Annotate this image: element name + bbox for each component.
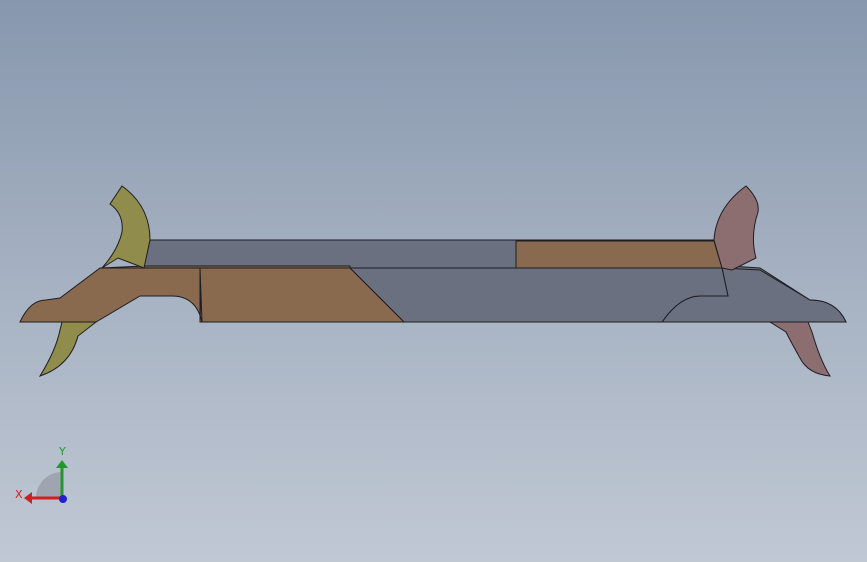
left-brown-arm[interactable]	[19, 267, 203, 323]
3d-model-view[interactable]	[0, 0, 867, 562]
y-axis-arrow	[56, 460, 68, 468]
right-mauve-lower-fin[interactable]	[768, 321, 831, 377]
right-mauve-upper-fin[interactable]	[713, 185, 759, 271]
body-gray-top[interactable]	[143, 239, 517, 269]
left-brown-top-line[interactable]	[99, 265, 351, 269]
left-brown-section[interactable]	[19, 265, 406, 323]
left-olive-upper-fin[interactable]	[101, 185, 151, 269]
z-axis-dot	[59, 495, 67, 503]
graphics-viewport[interactable]: Y X	[0, 0, 867, 562]
triad-plane-shade	[36, 472, 62, 498]
x-axis-label: X	[15, 488, 23, 501]
right-brown-block[interactable]	[515, 240, 723, 269]
left-olive-lower-fin[interactable]	[38, 321, 98, 377]
view-orientation-triad: Y X	[15, 445, 68, 504]
x-axis-arrow	[24, 492, 32, 504]
y-axis-label: Y	[58, 445, 66, 458]
